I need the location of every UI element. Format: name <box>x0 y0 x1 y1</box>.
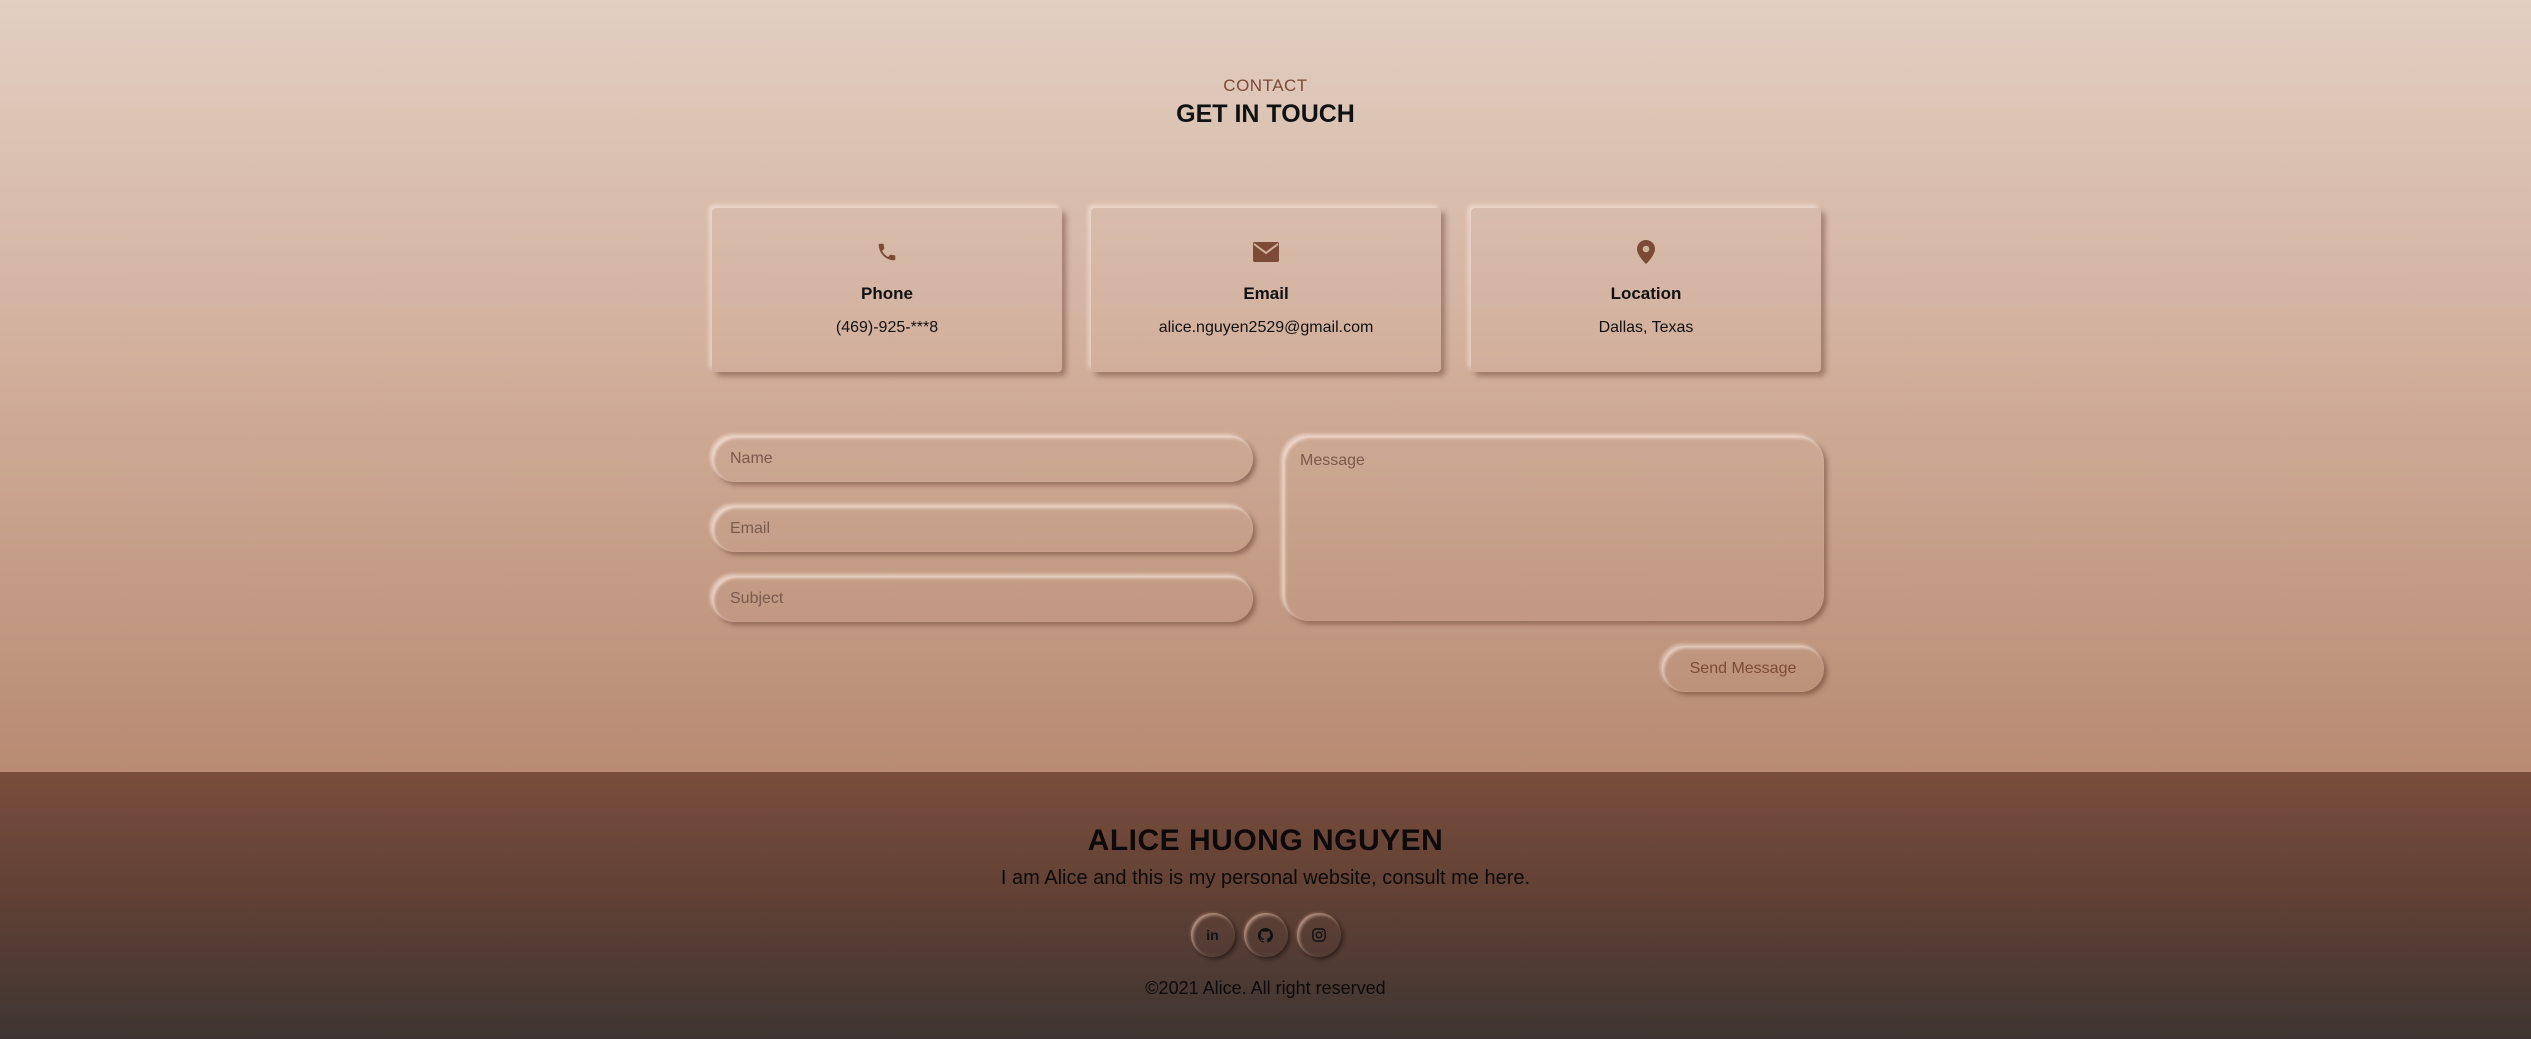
footer-tagline: I am Alice and this is my personal websi… <box>1000 867 1531 889</box>
card-label: Location <box>1610 284 1682 303</box>
email-input[interactable] <box>712 506 1253 552</box>
subject-input[interactable] <box>712 576 1253 622</box>
card-label: Phone <box>861 284 913 303</box>
email-card: Email alice.nguyen2529@gmail.com <box>1091 208 1441 372</box>
footer-name: ALICE HUONG NGUYEN <box>1087 824 1444 857</box>
phone-card: Phone (469)-925-***8 <box>712 208 1062 372</box>
copyright: ©2021 Alice. All right reserved <box>1145 978 1386 998</box>
section-kicker: CONTACT <box>1223 76 1308 95</box>
email-value[interactable]: alice.nguyen2529@gmail.com <box>1091 319 1441 337</box>
contact-section: CONTACT GET IN TOUCH Phone (469)-925-***… <box>0 0 2531 772</box>
location-value: Dallas, Texas <box>1598 319 1694 336</box>
envelope-icon <box>1091 239 1441 265</box>
linkedin-label: in <box>1206 927 1219 943</box>
map-pin-icon <box>1471 239 1821 265</box>
section-title: GET IN TOUCH <box>1176 100 1355 128</box>
message-textarea[interactable] <box>1283 436 1824 621</box>
location-card: Location Dallas, Texas <box>1471 208 1821 372</box>
send-message-button[interactable]: Send Message <box>1662 646 1824 692</box>
phone-icon <box>712 239 1062 265</box>
phone-value: (469)-925-***8 <box>835 319 939 336</box>
github-icon[interactable] <box>1244 913 1288 957</box>
card-label: Email <box>1243 284 1289 303</box>
social-links: in <box>0 913 2531 957</box>
footer: ALICE HUONG NGUYEN I am Alice and this i… <box>0 772 2531 1039</box>
name-input[interactable] <box>712 436 1253 482</box>
instagram-icon[interactable] <box>1297 913 1341 957</box>
linkedin-icon[interactable]: in <box>1191 913 1235 957</box>
